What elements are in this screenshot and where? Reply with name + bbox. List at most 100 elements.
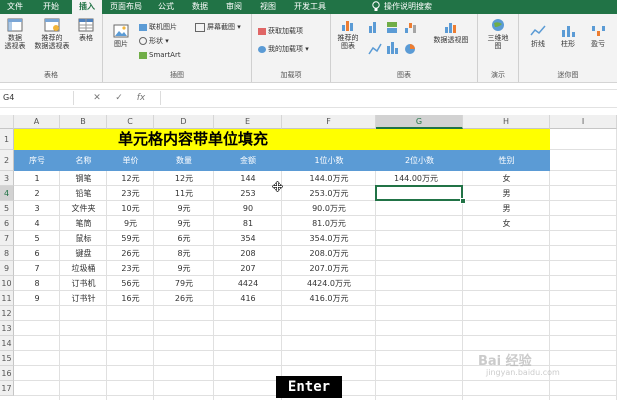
line-chart-icon[interactable] xyxy=(368,43,382,55)
pivot-chart-button[interactable]: 数据透视图 xyxy=(427,20,475,44)
table-cell[interactable]: 男 xyxy=(463,201,550,216)
tab-home[interactable]: 开始 xyxy=(36,0,66,14)
table-cell[interactable]: 59元 xyxy=(107,231,154,246)
lightbulb-icon[interactable] xyxy=(368,0,384,14)
column-chart-icon[interactable] xyxy=(369,22,376,33)
table-cell[interactable]: 208.0万元 xyxy=(282,246,376,261)
recommended-pivot-button[interactable]: 推荐的 数据透视表 xyxy=(32,18,72,50)
table-cell[interactable]: 90 xyxy=(214,201,282,216)
column-header-f[interactable]: F xyxy=(282,115,376,129)
waterfall-chart-icon[interactable] xyxy=(405,23,416,33)
table-cell[interactable] xyxy=(376,291,463,306)
table-cell[interactable]: 3 xyxy=(14,201,60,216)
row-header-12[interactable]: 12 xyxy=(0,306,14,321)
screenshot-button[interactable]: 屏幕截图 ▾ xyxy=(195,22,241,32)
table-cell[interactable]: 2 xyxy=(14,186,60,201)
recommended-charts-button[interactable]: 推荐的 图表 xyxy=(335,18,361,50)
active-cell[interactable] xyxy=(375,185,463,201)
row-header-7[interactable]: 7 xyxy=(0,231,14,246)
name-box[interactable]: G4 xyxy=(0,91,74,105)
table-cell[interactable]: 208 xyxy=(214,246,282,261)
table-cell[interactable]: 253.0万元 xyxy=(282,186,376,201)
row-header-3[interactable]: 3 xyxy=(0,171,14,186)
cancel-icon[interactable]: ✕ xyxy=(86,91,108,105)
table-cell[interactable] xyxy=(463,291,550,306)
table-cell[interactable] xyxy=(376,216,463,231)
row-header-10[interactable]: 10 xyxy=(0,276,14,291)
tab-page-layout[interactable]: 页面布局 xyxy=(106,0,146,14)
table-cell[interactable]: 81 xyxy=(214,216,282,231)
table-cell[interactable]: 键盘 xyxy=(60,246,107,261)
table-cell[interactable] xyxy=(376,276,463,291)
header-cell[interactable]: 名称 xyxy=(60,150,107,171)
header-cell[interactable]: 序号 xyxy=(14,150,60,171)
table-cell[interactable]: 9元 xyxy=(154,201,214,216)
column-header-i[interactable]: I xyxy=(550,115,617,129)
table-cell[interactable]: 5 xyxy=(14,231,60,246)
table-cell[interactable]: 笔筒 xyxy=(60,216,107,231)
row-header-14[interactable]: 14 xyxy=(0,336,14,351)
row-header-8[interactable]: 8 xyxy=(0,246,14,261)
shapes-button[interactable]: 形状 ▾ xyxy=(139,36,169,46)
table-cell[interactable] xyxy=(376,201,463,216)
table-cell[interactable]: 144.00万元 xyxy=(376,171,463,186)
table-cell[interactable] xyxy=(463,261,550,276)
table-cell[interactable] xyxy=(463,246,550,261)
table-cell[interactable]: 144.0万元 xyxy=(282,171,376,186)
table-cell[interactable] xyxy=(376,261,463,276)
table-cell[interactable]: 416 xyxy=(214,291,282,306)
table-cell[interactable]: 11元 xyxy=(154,186,214,201)
row-header-5[interactable]: 5 xyxy=(0,201,14,216)
table-cell[interactable]: 9元 xyxy=(107,216,154,231)
table-cell[interactable]: 鼠标 xyxy=(60,231,107,246)
table-cell[interactable]: 26元 xyxy=(154,291,214,306)
header-cell[interactable]: 1位小数 xyxy=(282,150,376,171)
statistic-chart-icon[interactable] xyxy=(387,42,398,54)
table-cell[interactable] xyxy=(376,231,463,246)
table-cell[interactable] xyxy=(463,231,550,246)
formula-input[interactable] xyxy=(160,91,617,105)
table-cell[interactable]: 钢笔 xyxy=(60,171,107,186)
select-all-corner[interactable] xyxy=(0,115,14,129)
get-addins-button[interactable]: 获取加载项 xyxy=(258,26,303,36)
tell-me-search[interactable]: 操作说明搜索 xyxy=(384,0,444,14)
table-cell[interactable]: 女 xyxy=(463,216,550,231)
table-cell[interactable]: 女 xyxy=(463,171,550,186)
column-header-h[interactable]: H xyxy=(463,115,550,129)
table-cell[interactable]: 8元 xyxy=(154,246,214,261)
table-cell[interactable]: 9元 xyxy=(154,261,214,276)
header-cell[interactable]: 单价 xyxy=(107,150,154,171)
table-cell[interactable]: 6 xyxy=(14,246,60,261)
table-cell[interactable]: 垃圾桶 xyxy=(60,261,107,276)
tab-view[interactable]: 视图 xyxy=(254,0,282,14)
table-cell[interactable]: 7 xyxy=(14,261,60,276)
header-cell[interactable]: 金额 xyxy=(214,150,282,171)
tab-file[interactable]: 文件 xyxy=(0,0,30,14)
column-header-e[interactable]: E xyxy=(214,115,282,129)
table-cell[interactable]: 416.0万元 xyxy=(282,291,376,306)
table-cell[interactable]: 354.0万元 xyxy=(282,231,376,246)
table-cell[interactable]: 9元 xyxy=(154,216,214,231)
map3d-button[interactable]: 三维地 图 xyxy=(482,18,514,50)
tab-review[interactable]: 审阅 xyxy=(220,0,248,14)
row-header-15[interactable]: 15 xyxy=(0,351,14,366)
column-header-g[interactable]: G xyxy=(376,115,463,129)
row-header-9[interactable]: 9 xyxy=(0,261,14,276)
fill-handle[interactable] xyxy=(460,198,466,204)
row-header-2[interactable]: 2 xyxy=(0,150,14,171)
column-header-b[interactable]: B xyxy=(60,115,107,129)
table-cell[interactable]: 文件夹 xyxy=(60,201,107,216)
table-cell[interactable]: 16元 xyxy=(107,291,154,306)
row-header-11[interactable]: 11 xyxy=(0,291,14,306)
tab-developer[interactable]: 开发工具 xyxy=(290,0,330,14)
table-cell[interactable]: 男 xyxy=(463,186,550,201)
header-cell[interactable]: 2位小数 xyxy=(376,150,463,171)
pivot-table-button[interactable]: 数据 透视表 xyxy=(2,18,28,50)
table-cell[interactable]: 207 xyxy=(214,261,282,276)
header-cell[interactable]: 性别 xyxy=(463,150,550,171)
table-cell[interactable]: 6元 xyxy=(154,231,214,246)
table-cell[interactable]: 79元 xyxy=(154,276,214,291)
table-cell[interactable]: 23元 xyxy=(107,261,154,276)
tab-data[interactable]: 数据 xyxy=(186,0,214,14)
row-header-17[interactable]: 17 xyxy=(0,381,14,396)
